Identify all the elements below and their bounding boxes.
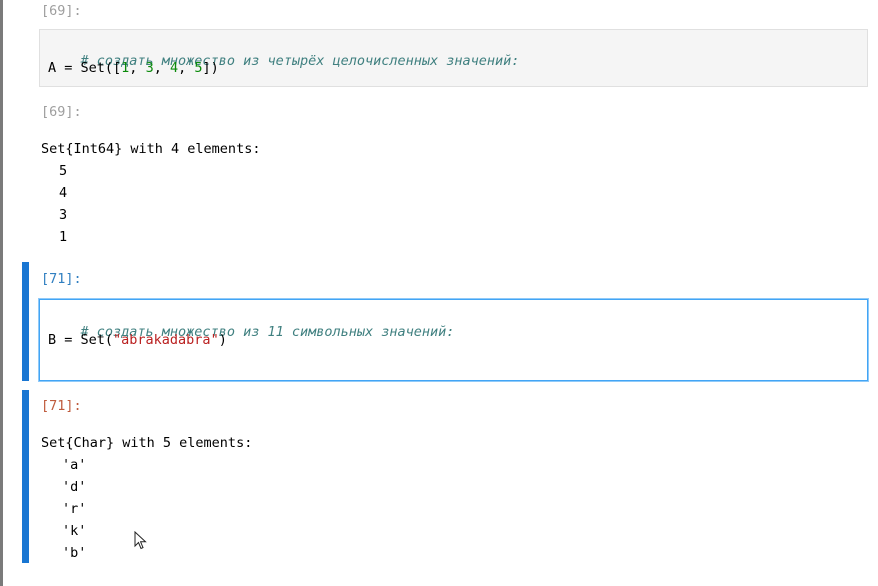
code-token: A = Set([ [48,60,122,76]
input-prompt-2: [71]: [41,271,82,287]
code-line-set-2: B = Set("abrakadabra") [48,332,227,348]
input-prompt-1: [69]: [41,3,82,19]
output-item: 'a' [62,457,87,473]
output-item: 'b' [62,545,87,561]
output-item: 1 [59,229,68,245]
output-header-1: Set{Int64} with 4 elements: [41,141,261,157]
code-line-set-1: A = Set([1, 3, 4, 5]) [48,60,219,76]
code-editor-2[interactable]: # создать множество из 11 символьных зна… [39,299,868,381]
code-token: , [178,60,195,76]
active-cell-bar-output[interactable] [22,390,29,563]
window-left-edge [0,0,3,586]
code-token: , [129,60,146,76]
code-token: B = Set( [48,332,114,348]
code-token: ]) [202,60,219,76]
code-token: ) [218,332,227,348]
output-item: 4 [59,185,68,201]
code-editor-1[interactable]: # создать множество из четырёх целочисле… [39,29,868,87]
code-number: 3 [145,60,154,76]
output-item: 3 [59,207,68,223]
code-number: 4 [169,60,179,76]
output-item: 'd' [62,479,87,495]
output-prompt-2: [71]: [41,398,82,414]
output-header-2: Set{Char} with 5 elements: [41,435,253,451]
output-prompt-1: [69]: [41,104,82,120]
mouse-pointer-icon [134,531,147,550]
active-cell-bar-input[interactable] [22,262,29,381]
output-item: 'k' [62,523,87,539]
output-item: 5 [59,163,68,179]
code-number: 5 [194,60,203,76]
code-token: , [153,60,170,76]
code-string: "abrakadabra" [113,332,219,348]
output-item: 'r' [62,501,87,517]
